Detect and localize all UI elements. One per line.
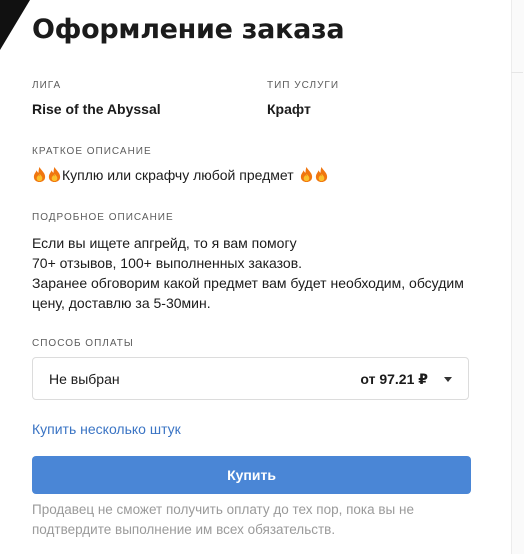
service-type-label: ТИП УСЛУГИ bbox=[267, 80, 340, 91]
page-title: Оформление заказа bbox=[32, 14, 345, 45]
league-label: ЛИГА bbox=[32, 80, 62, 91]
fire-icon bbox=[48, 167, 61, 182]
short-description-text: Куплю или скрафчу любой предмет bbox=[62, 166, 294, 183]
adjacent-panel-edge bbox=[511, 0, 524, 554]
detailed-description: Если вы ищете апгрейд, то я вам помогу 7… bbox=[32, 233, 464, 313]
description-line: цену, доставлю за 5-30мин. bbox=[32, 295, 211, 311]
payment-method-label: СПОСОБ ОПЛАТЫ bbox=[32, 338, 134, 349]
buy-multiple-link[interactable]: Купить несколько штук bbox=[32, 421, 181, 437]
description-line: Если вы ищете апгрейд, то я вам помогу bbox=[32, 235, 297, 251]
short-description-label: КРАТКОЕ ОПИСАНИЕ bbox=[32, 146, 152, 157]
notice-line: Продавец не сможет получить оплату до те… bbox=[32, 502, 414, 517]
service-type-value: Крафт bbox=[267, 101, 311, 117]
fire-icon bbox=[300, 167, 312, 182]
fire-icon bbox=[33, 167, 46, 182]
fire-icon bbox=[315, 167, 327, 182]
payment-method-value: Не выбран bbox=[49, 371, 120, 387]
league-value: Rise of the Abyssal bbox=[32, 101, 161, 117]
description-line: Заранее обговорим какой предмет вам буде… bbox=[32, 275, 464, 291]
notice-line: подтвердите выполнение им всех обязатель… bbox=[32, 522, 336, 537]
payment-method-select[interactable]: Не выбран от 97.21 ₽ bbox=[32, 357, 469, 400]
description-line: 70+ отзывов, 100+ выполненных заказов. bbox=[32, 255, 303, 271]
payment-notice: Продавец не сможет получить оплату до те… bbox=[32, 500, 472, 540]
detailed-description-label: ПОДРОБНОЕ ОПИСАНИЕ bbox=[32, 212, 174, 223]
price-from: от 97.21 ₽ bbox=[360, 371, 428, 387]
buy-button[interactable]: Купить bbox=[32, 456, 471, 494]
chevron-down-icon bbox=[444, 377, 452, 382]
short-description: Куплю или скрафчу любой предмет bbox=[32, 166, 329, 183]
